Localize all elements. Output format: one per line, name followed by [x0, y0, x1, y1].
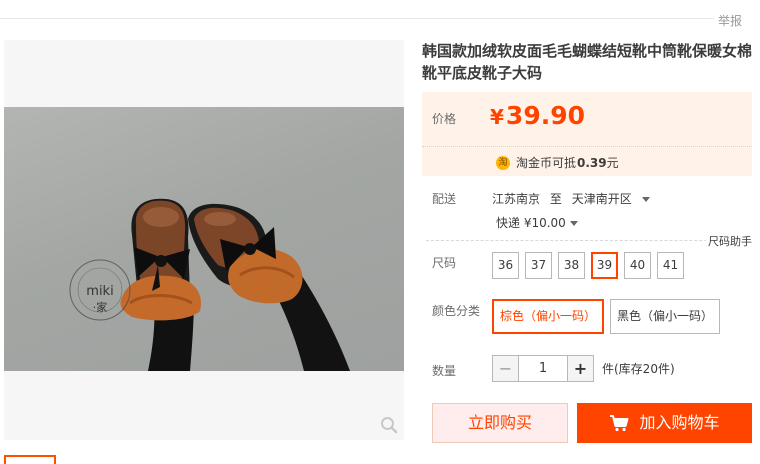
size-option[interactable]: 37	[525, 252, 552, 279]
color-option-selected[interactable]: 棕色（偏小一码）	[492, 299, 605, 334]
top-divider	[0, 18, 714, 19]
chevron-down-icon	[641, 197, 650, 202]
chevron-down-icon	[569, 221, 578, 226]
price-panel: 价格 ¥39.90 淘 淘金币可抵 0.39 元	[422, 92, 752, 176]
add-to-cart-label: 加入购物车	[639, 413, 720, 432]
zoom-icon[interactable]	[380, 416, 398, 434]
size-helper-link[interactable]: 尺码助手	[706, 233, 754, 249]
product-title: 韩国款加绒软皮面毛毛蝴蝶结短靴中筒靴保暖女棉靴平底皮靴子大码	[422, 42, 753, 82]
quantity-label: 数量	[432, 364, 457, 378]
cart-icon	[610, 415, 629, 432]
shipping-route: 江苏南京 至 天津南开区	[492, 190, 656, 207]
color-label: 颜色分类	[432, 304, 481, 318]
size-option[interactable]: 38	[558, 252, 585, 279]
stock-text: 件(库存20件)	[602, 362, 675, 376]
price-label: 价格	[432, 112, 457, 126]
express-fee: 快递 ¥10.00	[496, 216, 566, 230]
price-value: ¥39.90	[490, 101, 585, 130]
shipping-label: 配送	[432, 192, 457, 206]
coin-text: 淘金币可抵	[516, 156, 577, 170]
coin-amount: 0.39	[577, 155, 607, 170]
quantity-stepper: − + 件(库存20件)	[492, 355, 675, 382]
price-number: 39.90	[505, 101, 585, 130]
svg-text:miki: miki	[86, 284, 113, 299]
quantity-input[interactable]	[519, 355, 567, 382]
size-option-selected[interactable]: 39	[591, 252, 618, 279]
size-option[interactable]: 41	[657, 252, 684, 279]
taojinbi-row[interactable]: 淘 淘金币可抵 0.39 元	[496, 154, 619, 171]
coin-icon: 淘	[496, 155, 510, 170]
report-link[interactable]: 举报	[718, 12, 742, 29]
buy-now-button[interactable]: 立即购买	[432, 403, 568, 443]
currency-symbol: ¥	[490, 105, 504, 129]
svg-text:·家: ·家	[93, 300, 108, 314]
boots-illustration: miki ·家	[69, 198, 350, 371]
shipping-destination-select[interactable]: 天津南开区	[572, 192, 650, 206]
color-option[interactable]: 黑色（偏小一码）	[610, 299, 721, 334]
size-options: 36 37 38 39 40 41	[492, 252, 690, 279]
shipping-destination: 天津南开区	[571, 192, 632, 206]
express-select[interactable]: 快递 ¥10.00	[496, 214, 578, 231]
product-gallery[interactable]: miki ·家	[4, 40, 404, 440]
quantity-minus-button[interactable]: −	[492, 355, 519, 382]
size-label: 尺码	[432, 256, 457, 270]
size-option[interactable]: 36	[492, 252, 519, 279]
coin-unit: 元	[606, 156, 619, 170]
size-option[interactable]: 40	[624, 252, 651, 279]
thumbnail-selected[interactable]	[4, 455, 56, 464]
color-options: 棕色（偏小一码） 黑色（偏小一码）	[492, 299, 726, 334]
product-photo[interactable]: miki ·家	[4, 107, 404, 371]
add-to-cart-button[interactable]: 加入购物车	[577, 403, 752, 443]
shipping-to-word: 至	[549, 192, 562, 206]
quantity-plus-button[interactable]: +	[567, 355, 594, 382]
shipping-from: 江苏南京	[492, 192, 541, 206]
price-divider	[422, 146, 752, 147]
section-divider	[426, 240, 752, 241]
